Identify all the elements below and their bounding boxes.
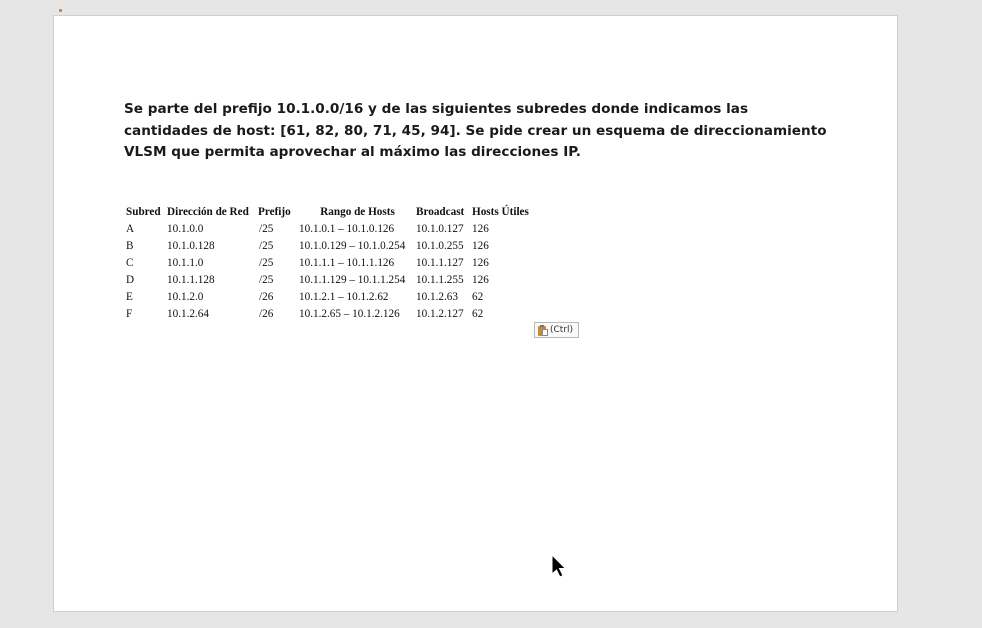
document-page[interactable]: Se parte del prefijo 10.1.0.0/16 y de la… bbox=[53, 15, 898, 612]
table-row: F 10.1.2.64 /26 10.1.2.65 – 10.1.2.126 1… bbox=[124, 305, 538, 322]
cell-subred: E bbox=[126, 290, 133, 303]
cell-direccion-red: 10.1.1.128 bbox=[167, 273, 215, 286]
cell-broadcast: 10.1.1.255 bbox=[416, 273, 464, 286]
cell-broadcast: 10.1.1.127 bbox=[416, 256, 464, 269]
cell-hosts-utiles: 62 bbox=[472, 307, 484, 320]
cell-prefijo: /26 bbox=[259, 307, 274, 320]
cell-rango-hosts: 10.1.1.129 – 10.1.1.254 bbox=[299, 273, 406, 286]
table-row: E 10.1.2.0 /26 10.1.2.1 – 10.1.2.62 10.1… bbox=[124, 288, 538, 305]
table-row: D 10.1.1.128 /25 10.1.1.129 – 10.1.1.254… bbox=[124, 271, 538, 288]
cell-hosts-utiles: 126 bbox=[472, 222, 489, 235]
cell-direccion-red: 10.1.0.0 bbox=[167, 222, 204, 235]
cell-hosts-utiles: 126 bbox=[472, 273, 489, 286]
clipboard-paste-icon bbox=[538, 324, 548, 336]
cell-prefijo: /25 bbox=[259, 222, 274, 235]
cell-prefijo: /25 bbox=[259, 256, 274, 269]
header-hosts-utiles: Hosts Útiles bbox=[472, 205, 529, 218]
problem-statement: Se parte del prefijo 10.1.0.0/16 y de la… bbox=[124, 101, 827, 160]
paste-options-label: (Ctrl) bbox=[550, 325, 574, 335]
cell-direccion-red: 10.1.0.128 bbox=[167, 239, 215, 252]
cell-hosts-utiles: 126 bbox=[472, 239, 489, 252]
cell-hosts-utiles: 62 bbox=[472, 290, 484, 303]
cell-subred: C bbox=[126, 256, 134, 269]
cell-rango-hosts: 10.1.0.129 – 10.1.0.254 bbox=[299, 239, 406, 252]
header-subred: Subred bbox=[126, 205, 161, 218]
cell-subred: F bbox=[126, 307, 133, 320]
header-broadcast: Broadcast bbox=[416, 205, 465, 218]
cell-subred: D bbox=[126, 273, 135, 286]
cell-subred: A bbox=[126, 222, 135, 235]
cell-prefijo: /26 bbox=[259, 290, 274, 303]
cell-broadcast: 10.1.0.255 bbox=[416, 239, 464, 252]
cell-rango-hosts: 10.1.0.1 – 10.1.0.126 bbox=[299, 222, 395, 235]
header-rango-hosts: Rango de Hosts bbox=[320, 205, 395, 218]
cell-subred: B bbox=[126, 239, 134, 252]
table-row: A 10.1.0.0 /25 10.1.0.1 – 10.1.0.126 10.… bbox=[124, 220, 538, 237]
paste-options-button[interactable]: (Ctrl) bbox=[534, 322, 579, 338]
document-marker bbox=[59, 9, 62, 12]
header-prefijo: Prefijo bbox=[258, 205, 291, 218]
cell-broadcast: 10.1.2.63 bbox=[416, 290, 458, 303]
cell-hosts-utiles: 126 bbox=[472, 256, 489, 269]
table-row: B 10.1.0.128 /25 10.1.0.129 – 10.1.0.254… bbox=[124, 237, 538, 254]
cell-rango-hosts: 10.1.2.1 – 10.1.2.62 bbox=[299, 290, 389, 303]
mouse-pointer-icon bbox=[551, 554, 567, 578]
header-direccion-red: Dirección de Red bbox=[167, 205, 249, 218]
vlsm-table: Subred Dirección de Red Prefijo Rango de… bbox=[124, 203, 538, 322]
cell-rango-hosts: 10.1.1.1 – 10.1.1.126 bbox=[299, 256, 395, 269]
cell-prefijo: /25 bbox=[259, 239, 274, 252]
cell-broadcast: 10.1.2.127 bbox=[416, 307, 464, 320]
cell-prefijo: /25 bbox=[259, 273, 274, 286]
cell-broadcast: 10.1.0.127 bbox=[416, 222, 464, 235]
cell-direccion-red: 10.1.2.0 bbox=[167, 290, 204, 303]
table-row: C 10.1.1.0 /25 10.1.1.1 – 10.1.1.126 10.… bbox=[124, 254, 538, 271]
cell-direccion-red: 10.1.2.64 bbox=[167, 307, 209, 320]
cell-direccion-red: 10.1.1.0 bbox=[167, 256, 204, 269]
cell-rango-hosts: 10.1.2.65 – 10.1.2.126 bbox=[299, 307, 400, 320]
table-header-row: Subred Dirección de Red Prefijo Rango de… bbox=[124, 203, 538, 220]
